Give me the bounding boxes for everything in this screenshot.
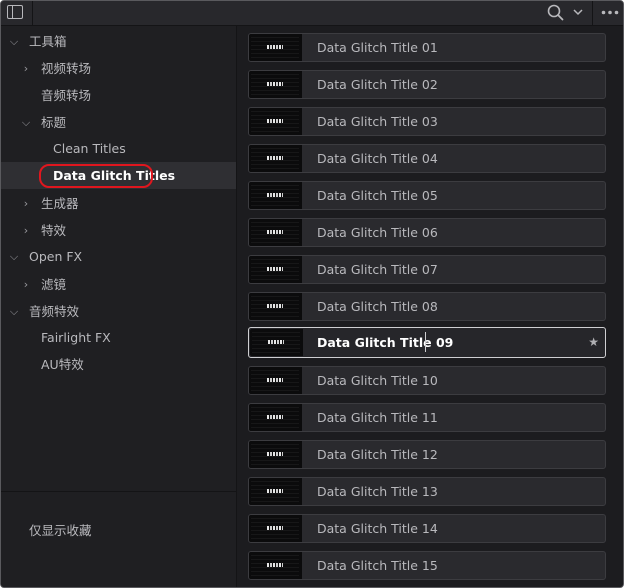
tree-item-titles[interactable]: ⌵ 标题 (1, 109, 236, 136)
title-thumbnail (249, 293, 302, 320)
tree-item-label: Clean Titles (53, 141, 126, 156)
list-item[interactable]: Data Glitch Title 10 (248, 366, 606, 395)
list-item-title: Data Glitch Title 14 (317, 521, 438, 536)
effects-library-window: ⌵ 工具箱 › 视频转场 音频转场 ⌵ 标题 Clean Titles Data… (0, 0, 624, 588)
chevron-down-icon[interactable]: ⌵ (8, 243, 20, 270)
list-item-title: Data Glitch Title 01 (317, 40, 438, 55)
list-item[interactable]: Data Glitch Title 14 (248, 514, 606, 543)
title-thumbnail (249, 441, 302, 468)
title-thumbnail (249, 108, 302, 135)
title-thumbnail (249, 404, 302, 431)
tree-item-filters[interactable]: › 滤镜 (1, 271, 236, 298)
chevron-right-icon[interactable]: › (20, 271, 32, 298)
tree-item-open-fx[interactable]: ⌵ Open FX (1, 243, 236, 270)
tree-item-label: 滤镜 (41, 277, 67, 292)
list-item[interactable]: Data Glitch Title 11 (248, 403, 606, 432)
tree-item-video-transitions[interactable]: › 视频转场 (1, 55, 236, 82)
list-item-selected[interactable]: Data Glitch Title 09 ★ (248, 327, 606, 358)
list-item-title: Data Glitch Title 12 (317, 447, 438, 462)
tree-item-label: 音频特效 (29, 304, 80, 319)
list-item-title: Data Glitch Title 09 (317, 335, 454, 350)
title-thumbnail (249, 34, 302, 61)
tree-item-label: Fairlight FX (41, 330, 111, 345)
search-icon[interactable] (547, 4, 564, 21)
tree-item-label: 标题 (41, 115, 67, 130)
chevron-right-icon[interactable]: › (20, 217, 32, 244)
title-thumbnail (249, 367, 302, 394)
tree-item-label: 音频转场 (41, 88, 92, 103)
list-item[interactable]: Data Glitch Title 05 (248, 181, 606, 210)
star-icon[interactable]: ★ (588, 329, 599, 356)
title-thumbnail (249, 478, 302, 505)
list-item-title: Data Glitch Title 03 (317, 114, 438, 129)
tree-item-clean-titles[interactable]: Clean Titles (1, 135, 236, 162)
list-item-title: Data Glitch Title 15 (317, 558, 438, 573)
title-thumbnail (249, 71, 302, 98)
title-thumbnail (249, 256, 302, 283)
tree-item-toolbox[interactable]: ⌵ 工具箱 (1, 28, 236, 55)
text-cursor (425, 332, 426, 352)
list-item-title: Data Glitch Title 08 (317, 299, 438, 314)
list-item-title: Data Glitch Title 13 (317, 484, 438, 499)
chevron-down-icon[interactable]: ⌵ (8, 298, 20, 325)
show-favorites-only-toggle[interactable]: 仅显示收藏 (29, 520, 92, 542)
chevron-right-icon[interactable]: › (20, 190, 32, 217)
chevron-down-icon[interactable] (572, 6, 584, 18)
tree-item-label: 特效 (41, 223, 67, 238)
list-item-title: Data Glitch Title 07 (317, 262, 438, 277)
toolbar (1, 1, 623, 26)
sidebar-divider (1, 491, 236, 492)
tree-item-effects[interactable]: › 特效 (1, 217, 236, 244)
tree-item-generators[interactable]: › 生成器 (1, 190, 236, 217)
title-thumbnail (249, 515, 302, 542)
title-thumbnail (249, 182, 302, 209)
list-item-title: Data Glitch Title 06 (317, 225, 438, 240)
list-item-title: Data Glitch Title 02 (317, 77, 438, 92)
tree-item-label: Open FX (29, 249, 83, 264)
title-thumbnail (249, 219, 302, 246)
title-thumbnail (249, 145, 302, 172)
tree-item-label: 工具箱 (29, 34, 67, 49)
selection-highlight-ring (39, 164, 153, 188)
list-item[interactable]: Data Glitch Title 06 (248, 218, 606, 247)
title-thumbnail (250, 329, 303, 356)
list-item-title: Data Glitch Title 04 (317, 151, 438, 166)
tree-item-audio-effects[interactable]: ⌵ 音频特效 (1, 298, 236, 325)
list-item[interactable]: Data Glitch Title 02 (248, 70, 606, 99)
tree-item-label: AU特效 (41, 357, 84, 372)
tree-item-au-effects[interactable]: AU特效 (1, 351, 236, 378)
list-item[interactable]: Data Glitch Title 08 (248, 292, 606, 321)
toolbar-divider (32, 1, 33, 25)
list-item[interactable]: Data Glitch Title 04 (248, 144, 606, 173)
list-item[interactable]: Data Glitch Title 13 (248, 477, 606, 506)
chevron-right-icon[interactable]: › (20, 55, 32, 82)
more-options-icon[interactable] (601, 10, 619, 15)
tree-item-label: 视频转场 (41, 61, 92, 76)
sidebar-toggle-icon[interactable] (7, 5, 23, 19)
list-item-title: Data Glitch Title 05 (317, 188, 438, 203)
chevron-down-icon[interactable]: ⌵ (8, 28, 20, 55)
list-item[interactable]: Data Glitch Title 15 (248, 551, 606, 580)
list-item-title: Data Glitch Title 10 (317, 373, 438, 388)
list-item[interactable]: Data Glitch Title 07 (248, 255, 606, 284)
tree-item-label: 生成器 (41, 196, 79, 211)
toolbar-divider (592, 1, 593, 25)
tree-item-fairlight-fx[interactable]: Fairlight FX (1, 324, 236, 351)
title-thumbnail (249, 552, 302, 579)
tree-item-audio-transitions[interactable]: 音频转场 (1, 82, 236, 109)
list-item[interactable]: Data Glitch Title 12 (248, 440, 606, 469)
chevron-down-icon[interactable]: ⌵ (20, 109, 32, 136)
list-item-title: Data Glitch Title 11 (317, 410, 438, 425)
list-item[interactable]: Data Glitch Title 03 (248, 107, 606, 136)
list-item[interactable]: Data Glitch Title 01 (248, 33, 606, 62)
